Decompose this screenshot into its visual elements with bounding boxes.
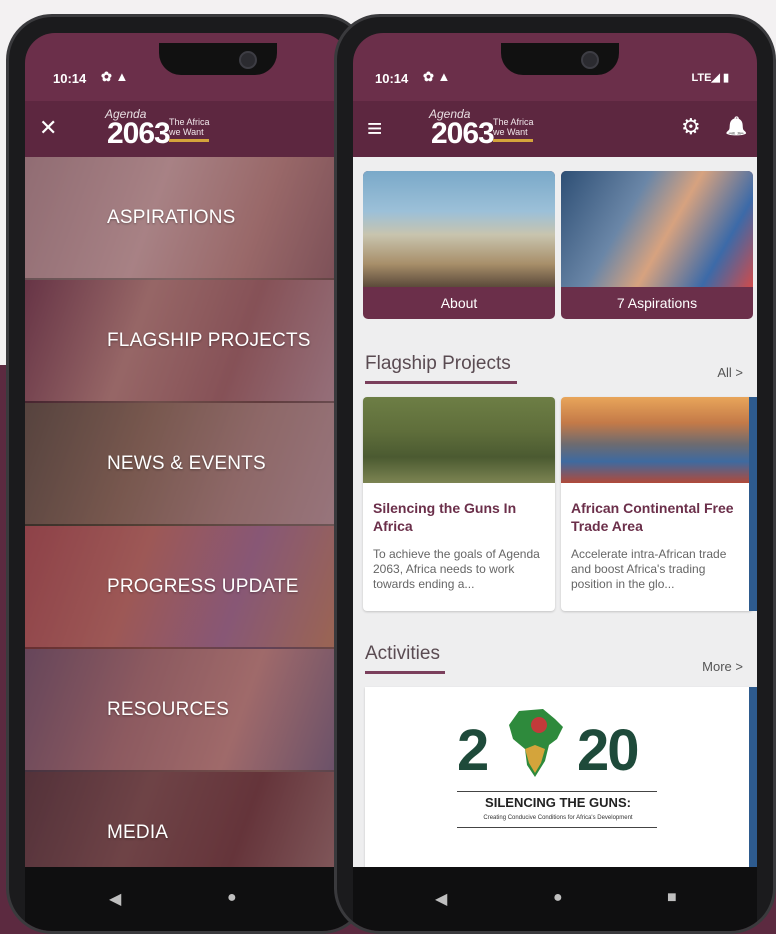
notch bbox=[501, 43, 619, 75]
menu-item-label: RESOURCES bbox=[107, 698, 230, 720]
camera-icon bbox=[581, 51, 599, 69]
home-icon[interactable]: ● bbox=[553, 889, 563, 907]
menu-item-progress-update[interactable]: PROGRESS UPDATE bbox=[25, 526, 349, 649]
activity-subheading: Creating Conducive Conditions for Africa… bbox=[483, 815, 633, 821]
phone-right: 10:14 ✿ ▲ LTE◢ ▮ ≡ Agenda 2063 The Afric… bbox=[334, 14, 776, 934]
camera-icon bbox=[239, 51, 257, 69]
status-time: 10:14 bbox=[375, 71, 409, 86]
menu-item-resources[interactable]: RESOURCES bbox=[25, 649, 349, 772]
menu-item-news-events[interactable]: NEWS & EVENTS bbox=[25, 403, 349, 526]
project-image bbox=[561, 397, 753, 483]
menu-item-label: PROGRESS UPDATE bbox=[107, 575, 299, 597]
right-screen: 10:14 ✿ ▲ LTE◢ ▮ ≡ Agenda 2063 The Afric… bbox=[353, 33, 757, 931]
side-menu: ASPIRATIONS FLAGSHIP PROJECTS NEWS & EVE… bbox=[25, 157, 349, 931]
about-card[interactable]: About bbox=[363, 171, 555, 319]
project-description: Accelerate intra-African trade and boost… bbox=[571, 547, 727, 591]
back-icon[interactable]: ◀ bbox=[435, 889, 447, 909]
menu-item-label: ASPIRATIONS bbox=[107, 206, 236, 228]
more-link[interactable]: More > bbox=[702, 659, 743, 674]
project-title: African Continental Free Trade Area bbox=[571, 500, 734, 534]
status-icons: ✿ ▲ bbox=[101, 69, 129, 84]
card-label: About bbox=[440, 295, 478, 311]
activity-year-right: 20 bbox=[577, 718, 639, 783]
signal-battery-icons: LTE◢ ▮ bbox=[691, 72, 729, 84]
home-content: About 7 Aspirations Flagship Projects Al… bbox=[353, 157, 757, 867]
hamburger-menu-icon[interactable]: ≡ bbox=[367, 113, 382, 144]
about-image bbox=[363, 171, 555, 287]
menu-item-aspirations[interactable]: ASPIRATIONS bbox=[25, 157, 349, 280]
android-nav-bar: ◀ ● bbox=[25, 867, 349, 931]
menu-item-label: MEDIA bbox=[107, 821, 169, 843]
section-underline bbox=[365, 671, 445, 674]
card-label: 7 Aspirations bbox=[616, 295, 698, 311]
africa-map-icon bbox=[509, 709, 563, 777]
project-card-silencing-guns[interactable]: Silencing the Guns In Africa To achieve … bbox=[363, 397, 555, 611]
activity-card[interactable]: 2 20 SILENCING THE GUNS: Creating Conduc… bbox=[365, 687, 751, 867]
agenda-2063-logo: Agenda 2063 The Africa we Want bbox=[429, 107, 534, 150]
activities-section-title: Activities bbox=[365, 643, 440, 664]
app-bar: ≡ Agenda 2063 The Africa we Want ⚙ 🔔 bbox=[353, 101, 757, 157]
project-image bbox=[363, 397, 555, 483]
activity-year-left: 2 bbox=[457, 718, 489, 783]
close-icon[interactable]: ✕ bbox=[39, 115, 57, 141]
next-card-peek bbox=[749, 397, 757, 611]
phone-left: 10:14 ✿ ▲ ✕ Agenda 2063 The Africa we Wa… bbox=[6, 14, 368, 934]
home-icon[interactable]: ● bbox=[227, 889, 237, 907]
status-time: 10:14 bbox=[53, 71, 87, 86]
bell-icon[interactable]: 🔔 bbox=[725, 116, 747, 137]
menu-item-label: NEWS & EVENTS bbox=[107, 452, 266, 474]
menu-item-label: FLAGSHIP PROJECTS bbox=[107, 329, 311, 351]
notch bbox=[159, 43, 277, 75]
agenda-2063-logo: Agenda 2063 The Africa we Want bbox=[105, 107, 210, 150]
recent-apps-icon[interactable]: ■ bbox=[667, 889, 677, 907]
next-card-peek bbox=[749, 687, 757, 867]
aspirations-image bbox=[561, 171, 753, 287]
menu-item-flagship-projects[interactable]: FLAGSHIP PROJECTS bbox=[25, 280, 349, 403]
all-link[interactable]: All > bbox=[717, 365, 743, 380]
project-card-afcfta[interactable]: African Continental Free Trade Area Acce… bbox=[561, 397, 753, 611]
project-description: To achieve the goals of Agenda 2063, Afr… bbox=[373, 547, 540, 591]
android-nav-bar: ◀ ● ■ bbox=[353, 867, 757, 931]
activity-heading: SILENCING THE GUNS: bbox=[485, 795, 631, 810]
back-icon[interactable]: ◀ bbox=[109, 889, 121, 909]
left-screen: 10:14 ✿ ▲ ✕ Agenda 2063 The Africa we Wa… bbox=[25, 33, 349, 931]
app-bar: ✕ Agenda 2063 The Africa we Want bbox=[25, 101, 349, 157]
status-icons: ✿ ▲ bbox=[423, 69, 451, 84]
aspirations-card[interactable]: 7 Aspirations bbox=[561, 171, 753, 319]
gear-icon[interactable]: ⚙ bbox=[681, 114, 701, 140]
flagship-section-title: Flagship Projects bbox=[365, 353, 511, 374]
section-underline bbox=[365, 381, 517, 384]
project-title: Silencing the Guns In Africa bbox=[373, 500, 517, 534]
